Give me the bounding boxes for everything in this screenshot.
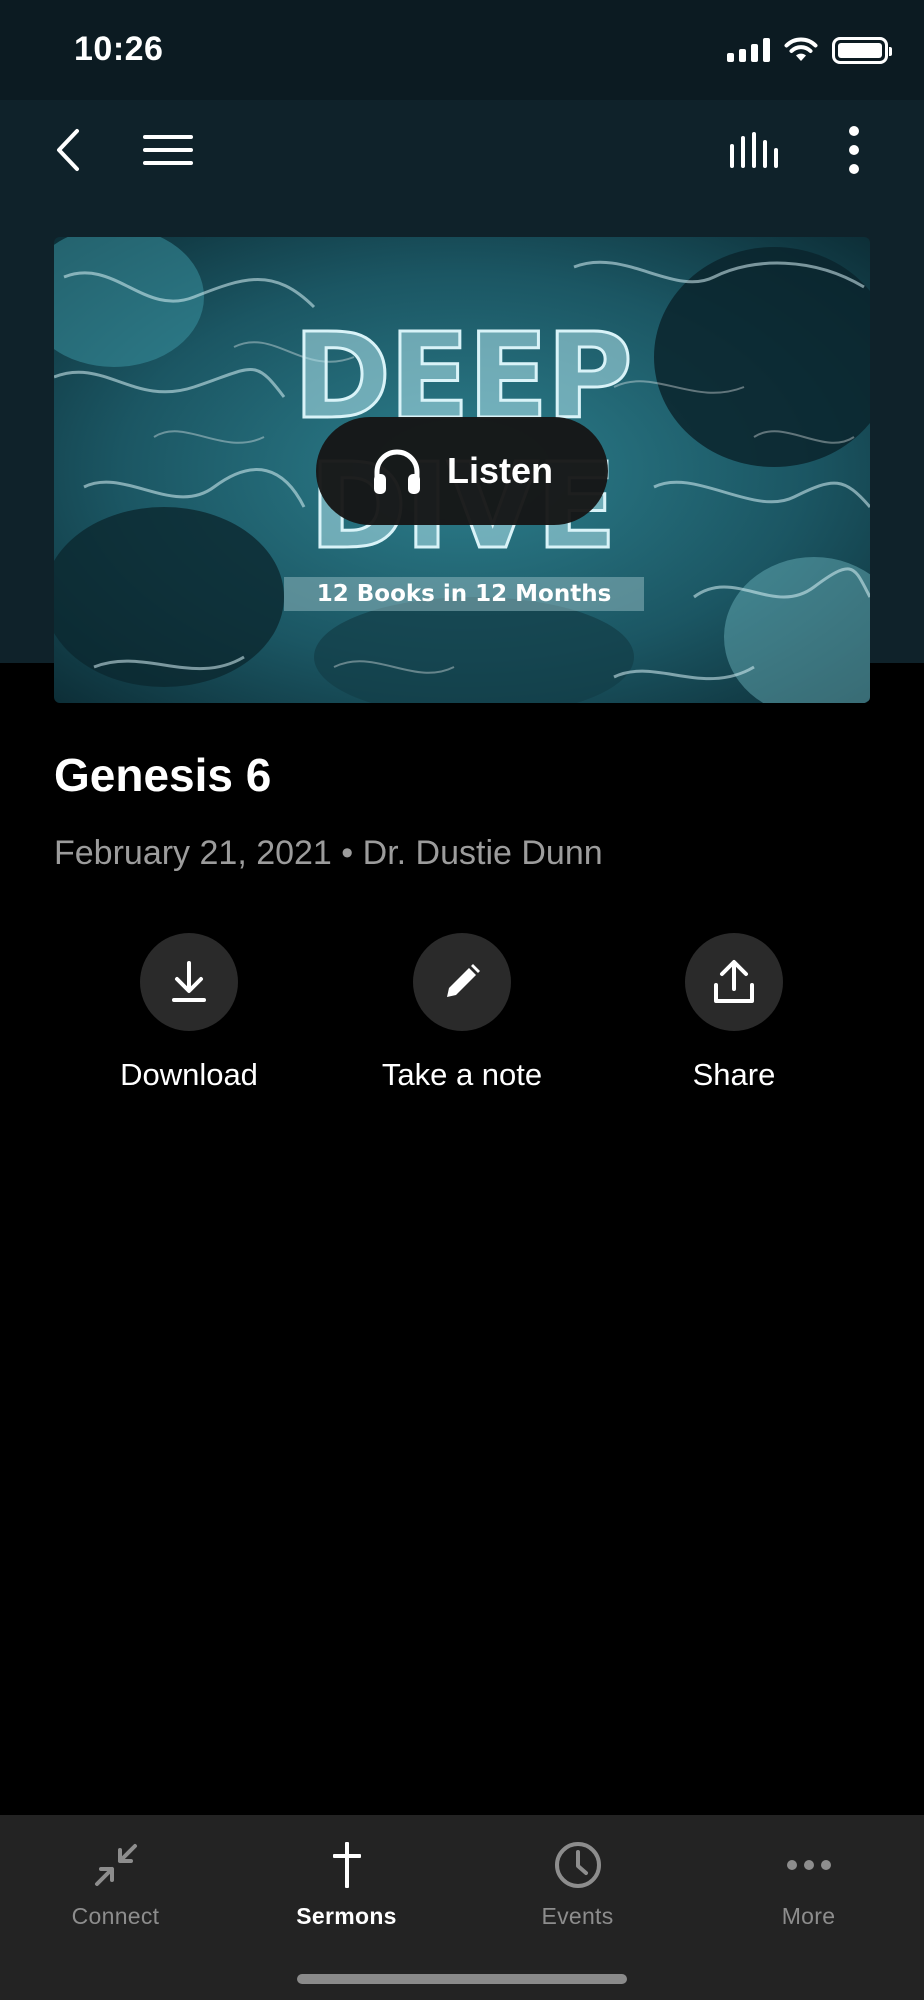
tab-sermons-label: Sermons xyxy=(296,1903,397,1929)
audio-player-button[interactable] xyxy=(724,120,784,180)
cellular-signal-icon xyxy=(727,38,770,62)
status-bar: 10:26 xyxy=(0,0,924,100)
more-options-button[interactable] xyxy=(824,120,884,180)
chevron-left-icon xyxy=(57,129,79,171)
status-icons xyxy=(727,34,892,66)
listen-label: Listen xyxy=(446,450,553,491)
tab-sermons[interactable]: Sermons xyxy=(231,1815,462,1945)
tab-connect[interactable]: Connect xyxy=(0,1815,231,1945)
tab-more-label: More xyxy=(781,1903,836,1929)
download-button-circle[interactable] xyxy=(140,933,238,1031)
top-bar xyxy=(0,100,924,200)
share-label: Share xyxy=(692,1057,776,1092)
tab-connect-label: Connect xyxy=(71,1903,160,1929)
share-icon xyxy=(714,960,754,1003)
menu-button[interactable] xyxy=(138,120,198,180)
sermon-title: Genesis 6 xyxy=(54,749,272,801)
back-button[interactable] xyxy=(38,120,98,180)
connect-arrows-icon xyxy=(94,1844,137,1886)
bottom-tab-bar: Connect Sermons Events More xyxy=(0,1815,924,2000)
cross-icon xyxy=(332,1842,361,1888)
more-dots-icon xyxy=(786,1860,831,1870)
vertical-dots-icon xyxy=(849,126,859,174)
sermon-meta: February 21, 2021 • Dr. Dustie Dunn xyxy=(54,834,603,872)
clock-icon xyxy=(554,1842,601,1888)
wifi-icon xyxy=(784,37,818,61)
tab-events[interactable]: Events xyxy=(462,1815,693,1945)
tab-more[interactable]: More xyxy=(693,1815,924,1945)
share-button-circle[interactable] xyxy=(685,933,783,1031)
take-a-note-button[interactable]: Take a note xyxy=(342,933,582,1093)
take-a-note-button-circle[interactable] xyxy=(413,933,511,1031)
take-a-note-label: Take a note xyxy=(381,1057,543,1092)
artwork-subtitle: 12 Books in 12 Months xyxy=(284,577,644,611)
listen-button[interactable]: Listen xyxy=(316,417,608,525)
headphones-icon xyxy=(373,449,420,494)
status-time: 10:26 xyxy=(74,30,164,68)
sermon-artwork: DEEP DIVE 12 Books in 12 Months Listen xyxy=(54,237,870,703)
hamburger-menu-icon xyxy=(143,135,193,165)
share-button[interactable]: Share xyxy=(614,933,854,1093)
battery-icon xyxy=(832,36,892,64)
download-button[interactable]: Download xyxy=(69,933,309,1093)
home-indicator[interactable] xyxy=(297,1974,627,1984)
equalizer-icon xyxy=(730,132,778,168)
download-label: Download xyxy=(120,1057,258,1092)
tab-events-label: Events xyxy=(541,1903,614,1929)
download-icon xyxy=(172,961,206,1002)
pencil-icon xyxy=(447,964,480,997)
